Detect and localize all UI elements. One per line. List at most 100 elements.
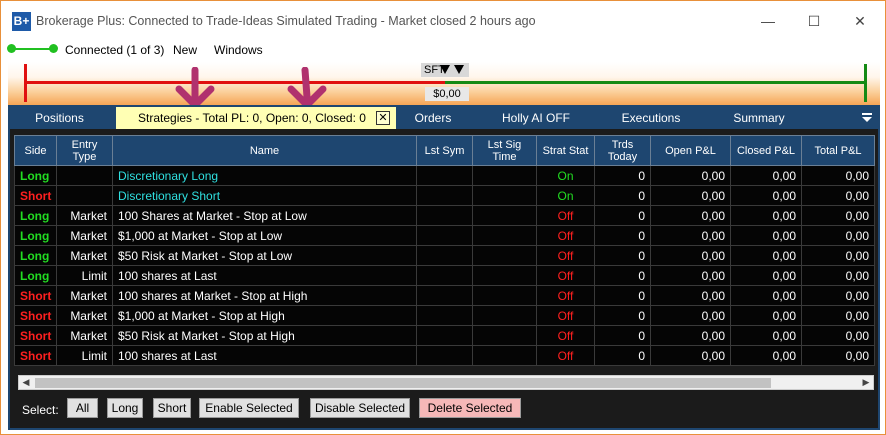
column-header[interactable]: Open P&L <box>650 135 731 166</box>
table-cell-side[interactable]: Short <box>14 345 57 366</box>
connection-status[interactable]: Connected (1 of 3) <box>65 43 164 57</box>
table-cell-total-pl[interactable]: 0,00 <box>801 305 875 326</box>
table-cell-name[interactable]: Discretionary Long <box>112 165 417 186</box>
table-cell-strategy-status[interactable]: Off <box>536 245 595 266</box>
table-cell-trades-today[interactable]: 0 <box>594 165 651 186</box>
column-header[interactable]: Lst Sym <box>416 135 473 166</box>
table-cell-name[interactable]: 100 shares at Last <box>112 265 417 286</box>
scroll-right-icon[interactable]: ▶ <box>859 376 873 389</box>
table-cell-name[interactable]: 100 shares at Market - Stop at High <box>112 285 417 306</box>
table-cell-closed-pl[interactable]: 0,00 <box>730 265 802 286</box>
table-cell-open-pl[interactable]: 0,00 <box>650 245 731 266</box>
column-header[interactable]: Trds Today <box>594 135 651 166</box>
table-cell-closed-pl[interactable]: 0,00 <box>730 325 802 346</box>
table-cell-open-pl[interactable]: 0,00 <box>650 185 731 206</box>
table-cell-last-signal-time[interactable] <box>472 265 537 286</box>
table-cell-trades-today[interactable]: 0 <box>594 225 651 246</box>
table-cell-closed-pl[interactable]: 0,00 <box>730 345 802 366</box>
table-cell-last-symbol[interactable] <box>416 205 473 226</box>
table-cell-closed-pl[interactable]: 0,00 <box>730 245 802 266</box>
column-header[interactable]: Name <box>112 135 417 166</box>
tab-close-icon[interactable]: ✕ <box>376 111 390 125</box>
table-cell-strategy-status[interactable]: On <box>536 165 595 186</box>
table-cell-name[interactable]: $1,000 at Market - Stop at Low <box>112 225 417 246</box>
table-cell-entry-type[interactable] <box>56 185 113 206</box>
table-cell-name[interactable]: $1,000 at Market - Stop at High <box>112 305 417 326</box>
menu-new[interactable]: New <box>173 43 197 57</box>
table-cell-entry-type[interactable]: Market <box>56 225 113 246</box>
table-cell-side[interactable]: Long <box>14 225 57 246</box>
menu-windows[interactable]: Windows <box>214 43 263 57</box>
table-cell-trades-today[interactable]: 0 <box>594 245 651 266</box>
table-cell-last-signal-time[interactable] <box>472 325 537 346</box>
table-cell-strategy-status[interactable]: Off <box>536 265 595 286</box>
column-header[interactable]: Strat Stat <box>536 135 595 166</box>
table-row[interactable]: Short Limit 100 shares at Last Off 0 0,00 0,00… <box>14 345 875 366</box>
table-cell-entry-type[interactable] <box>56 165 113 186</box>
enable-selected-button[interactable]: Enable Selected <box>199 398 299 418</box>
table-cell-open-pl[interactable]: 0,00 <box>650 285 731 306</box>
table-cell-closed-pl[interactable]: 0,00 <box>730 205 802 226</box>
table-cell-total-pl[interactable]: 0,00 <box>801 245 875 266</box>
table-cell-side[interactable]: Short <box>14 325 57 346</box>
tab-holly-ai[interactable]: Holly AI OFF <box>486 107 586 129</box>
table-cell-total-pl[interactable]: 0,00 <box>801 205 875 226</box>
scrollbar-thumb[interactable] <box>35 378 771 388</box>
column-header[interactable]: Closed P&L <box>730 135 802 166</box>
table-cell-last-signal-time[interactable] <box>472 305 537 326</box>
table-cell-entry-type[interactable]: Market <box>56 245 113 266</box>
table-row[interactable]: Long Discretionary Long On 0 0,00 0,00 0,00 <box>14 165 875 186</box>
table-row[interactable]: Long Market $1,000 at Market - Stop at Low… <box>14 225 875 246</box>
table-cell-last-symbol[interactable] <box>416 265 473 286</box>
column-header[interactable]: Total P&L <box>801 135 875 166</box>
table-cell-open-pl[interactable]: 0,00 <box>650 225 731 246</box>
table-cell-last-signal-time[interactable] <box>472 165 537 186</box>
table-cell-side[interactable]: Short <box>14 285 57 306</box>
tab-summary[interactable]: Summary <box>716 107 802 129</box>
table-cell-closed-pl[interactable]: 0,00 <box>730 185 802 206</box>
table-cell-open-pl[interactable]: 0,00 <box>650 305 731 326</box>
table-cell-trades-today[interactable]: 0 <box>594 205 651 226</box>
table-cell-last-symbol[interactable] <box>416 285 473 306</box>
horizontal-scrollbar[interactable]: ◀ ▶ <box>18 375 874 390</box>
table-cell-total-pl[interactable]: 0,00 <box>801 325 875 346</box>
table-cell-last-signal-time[interactable] <box>472 245 537 266</box>
table-cell-last-signal-time[interactable] <box>472 225 537 246</box>
column-header[interactable]: Lst Sig Time <box>472 135 537 166</box>
table-cell-name[interactable]: 100 shares at Last <box>112 345 417 366</box>
table-cell-side[interactable]: Long <box>14 165 57 186</box>
table-cell-strategy-status[interactable]: On <box>536 185 595 206</box>
select-long-button[interactable]: Long <box>107 398 143 418</box>
table-cell-last-symbol[interactable] <box>416 325 473 346</box>
table-cell-strategy-status[interactable]: Off <box>536 225 595 246</box>
table-cell-side[interactable]: Short <box>14 305 57 326</box>
table-cell-last-signal-time[interactable] <box>472 285 537 306</box>
table-cell-last-symbol[interactable] <box>416 185 473 206</box>
table-row[interactable]: Long Market $50 Risk at Market - Stop at L… <box>14 245 875 266</box>
table-cell-entry-type[interactable]: Market <box>56 305 113 326</box>
delete-selected-button[interactable]: Delete Selected <box>419 398 521 418</box>
maximize-icon[interactable]: ☐ <box>803 11 825 31</box>
table-cell-entry-type[interactable]: Limit <box>56 345 113 366</box>
table-cell-open-pl[interactable]: 0,00 <box>650 265 731 286</box>
table-cell-last-symbol[interactable] <box>416 245 473 266</box>
table-cell-total-pl[interactable]: 0,00 <box>801 225 875 246</box>
tab-orders[interactable]: Orders <box>396 107 470 129</box>
table-cell-open-pl[interactable]: 0,00 <box>650 345 731 366</box>
table-cell-total-pl[interactable]: 0,00 <box>801 285 875 306</box>
table-cell-entry-type[interactable]: Market <box>56 285 113 306</box>
table-row[interactable]: Short Market 100 shares at Market - Stop a… <box>14 285 875 306</box>
close-icon[interactable]: ✕ <box>849 11 871 31</box>
table-cell-side[interactable]: Long <box>14 205 57 226</box>
table-row[interactable]: Long Limit 100 shares at Last Off 0 0,00 0,00 0… <box>14 265 875 286</box>
select-short-button[interactable]: Short <box>153 398 191 418</box>
table-cell-open-pl[interactable]: 0,00 <box>650 165 731 186</box>
table-cell-trades-today[interactable]: 0 <box>594 285 651 306</box>
table-cell-last-signal-time[interactable] <box>472 205 537 226</box>
table-cell-strategy-status[interactable]: Off <box>536 345 595 366</box>
table-cell-name[interactable]: Discretionary Short <box>112 185 417 206</box>
table-cell-last-signal-time[interactable] <box>472 345 537 366</box>
disable-selected-button[interactable]: Disable Selected <box>310 398 410 418</box>
table-cell-last-symbol[interactable] <box>416 305 473 326</box>
table-cell-closed-pl[interactable]: 0,00 <box>730 165 802 186</box>
